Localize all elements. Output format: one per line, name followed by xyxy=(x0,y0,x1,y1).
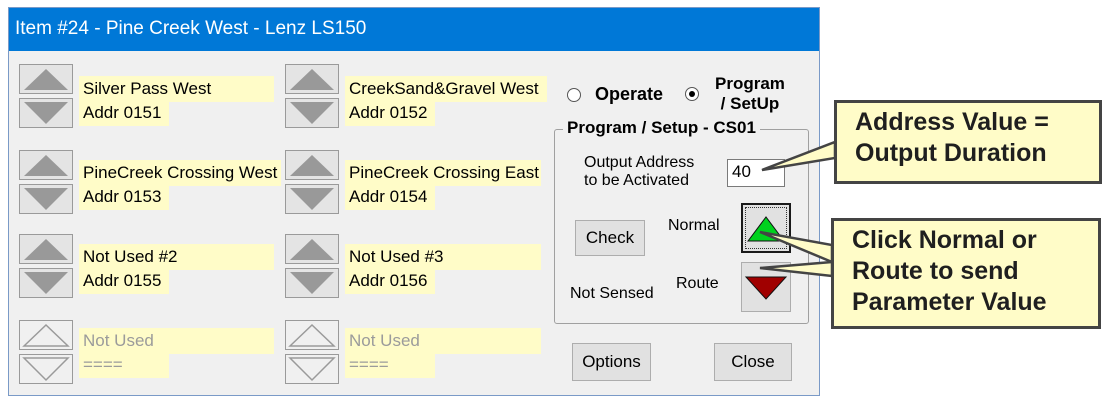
click-callout-line1: Click Normal or xyxy=(852,226,1037,254)
click-callout-line2: Route to send xyxy=(852,257,1019,285)
click-callout-pointer-route xyxy=(759,260,834,278)
callout-pointers xyxy=(759,140,837,278)
click-callout-pointer-normal xyxy=(759,230,834,264)
address-callout: Address Value = Output Duration xyxy=(834,100,1102,184)
address-callout-line1: Address Value = xyxy=(855,108,1049,136)
address-callout-pointer xyxy=(761,140,837,172)
click-callout-line3: Parameter Value xyxy=(852,288,1047,316)
address-callout-line2: Output Duration xyxy=(855,139,1047,167)
click-callout: Click Normal or Route to send Parameter … xyxy=(831,218,1101,329)
